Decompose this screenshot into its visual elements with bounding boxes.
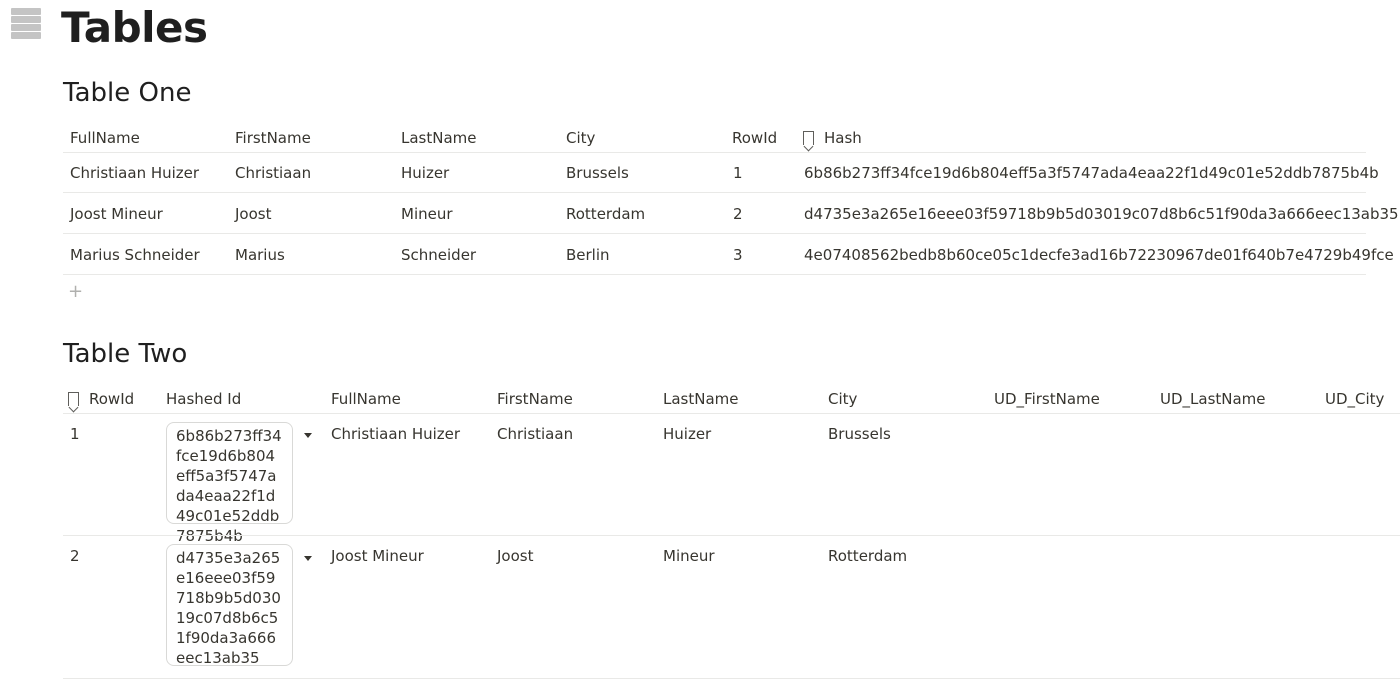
bookmark-icon [68,392,79,406]
column-header-firstname[interactable]: FirstName [235,128,311,148]
table-row-1-firstname[interactable]: Christiaan [235,163,311,183]
column-header-city[interactable]: City [828,389,857,409]
table-row-2-rowid[interactable]: 2 [70,546,80,566]
table-row-1-city[interactable]: Brussels [828,424,891,444]
table-row-3-city[interactable]: Berlin [566,245,610,265]
hashed-id-relation-field[interactable]: d4735e3a265e16eee03f59718b9b5d03019c07d8… [166,544,293,667]
column-header-rowid[interactable]: RowId [68,389,134,409]
table-row-1-fullname[interactable]: Christiaan Huizer [70,163,199,183]
chevron-down-icon[interactable] [304,556,312,561]
table-row-1-firstname[interactable]: Christiaan [497,424,573,444]
chevron-down-icon[interactable] [304,433,312,438]
table-row-2-hash[interactable]: d4735e3a265e16eee03f59718b9b5d03019c07d8… [804,204,1399,224]
table-row-1-rowid[interactable]: 1 [733,163,743,183]
column-header-lastname[interactable]: LastName [401,128,477,148]
table-row-3-firstname[interactable]: Marius [235,245,285,265]
column-header-hashed-id[interactable]: Hashed Id [166,389,241,409]
table-row-2-rowid[interactable]: 2 [733,204,743,224]
table-row-1-hash[interactable]: 6b86b273ff34fce19d6b804eff5a3f5747ada4ea… [804,163,1379,183]
table-row-1-fullname[interactable]: Christiaan Huizer [331,424,460,444]
column-header-hash-label: Hash [824,129,862,147]
table-row-3-hash[interactable]: 4e07408562bedb8b60ce05c1decfe3ad16b72230… [804,245,1394,265]
table-row-1-city[interactable]: Brussels [566,163,629,183]
column-header-ud-firstname[interactable]: UD_FirstName [994,389,1100,409]
column-header-fullname[interactable]: FullName [331,389,401,409]
column-header-rowid-label: RowId [89,390,135,408]
table-row-2-lastname[interactable]: Mineur [401,204,453,224]
column-header-rowid[interactable]: RowId [732,128,777,148]
column-header-fullname[interactable]: FullName [70,128,140,148]
column-header-ud-lastname[interactable]: UD_LastName [1160,389,1266,409]
hashed-id-relation-field[interactable]: 6b86b273ff34fce19d6b804eff5a3f5747ada4ea… [166,422,293,545]
column-header-ud-city[interactable]: UD_City [1325,389,1384,409]
column-header-firstname[interactable]: FirstName [497,389,573,409]
page-title: Tables [61,3,208,52]
add-row-button[interactable]: + [68,282,83,302]
table-row-2-firstname[interactable]: Joost [235,204,271,224]
column-header-lastname[interactable]: LastName [663,389,739,409]
table-one-heading: Table One [63,78,192,108]
table-row-1-rowid[interactable]: 1 [70,424,80,444]
table-row-1-lastname[interactable]: Huizer [663,424,711,444]
table-row-3-fullname[interactable]: Marius Schneider [70,245,200,265]
table-row-3-lastname[interactable]: Schneider [401,245,476,265]
bookmark-icon [803,131,814,145]
table-row-1-lastname[interactable]: Huizer [401,163,449,183]
table-two-heading: Table Two [63,339,188,369]
table-row-2-city[interactable]: Rotterdam [828,546,907,566]
table-row-2-firstname[interactable]: Joost [497,546,533,566]
table-icon [11,8,41,42]
table-row-2-fullname[interactable]: Joost Mineur [331,546,424,566]
table-row-3-rowid[interactable]: 3 [733,245,743,265]
column-header-city[interactable]: City [566,128,595,148]
column-header-hash[interactable]: Hash [803,128,862,148]
table-row-2-lastname[interactable]: Mineur [663,546,715,566]
table-row-2-fullname[interactable]: Joost Mineur [70,204,163,224]
table-row-2-city[interactable]: Rotterdam [566,204,645,224]
